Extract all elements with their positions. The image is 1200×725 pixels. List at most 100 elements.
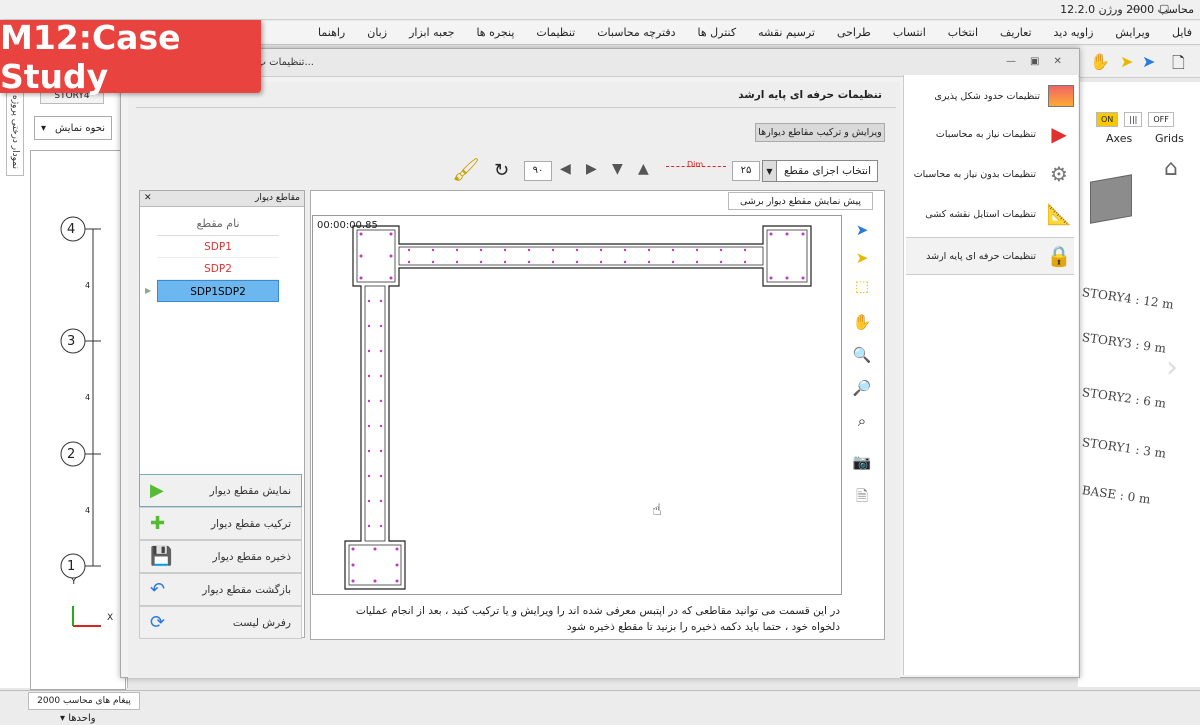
refresh-list-button[interactable]: رفرش لیست ⟳ <box>139 606 302 639</box>
panel-title: مقاطع دیوار <box>255 193 300 203</box>
table-row[interactable]: SDP1 <box>157 236 279 258</box>
section-drawing[interactable] <box>312 215 842 595</box>
menu-item[interactable]: پنجره ها <box>476 26 514 39</box>
menu-item[interactable]: جعبه ابزار <box>409 26 454 39</box>
view-cube[interactable] <box>1090 174 1132 224</box>
project-tree-tab[interactable]: نمودار درختی پروژه <box>6 88 24 176</box>
select-icon[interactable]: ➤ <box>850 218 874 242</box>
view-mode-select[interactable]: نحوه نمایش ▾ <box>34 116 112 140</box>
settings-sidebar: تنظیمات حدود شکل پذیری ▶ تنظیمات نیاز به… <box>903 75 1078 675</box>
help-description: در این قسمت می توانید مقاطعی که در اپتبس… <box>355 605 840 633</box>
brush-icon[interactable]: 🖌 <box>452 158 480 183</box>
rotate-icon[interactable]: ↻ <box>494 160 509 181</box>
combine-section-button[interactable]: ترکیب مقطع دیوار ✚ <box>139 507 302 540</box>
sidebar-item-label: تنظیمات نیاز به محاسبات <box>935 128 1036 140</box>
dwg-export-icon[interactable]: 🗎 <box>850 486 874 510</box>
new-file-icon[interactable]: 🗋 <box>1172 52 1185 79</box>
show-section-button[interactable]: نمایش مقطع دیوار ▶ <box>139 474 302 507</box>
menu-item[interactable]: تنظیمات <box>536 26 575 39</box>
sidebar-item-label: تنظیمات بدون نیاز به محاسبات <box>913 168 1036 180</box>
menu-item[interactable]: انتخاب <box>948 26 978 39</box>
view-mode-label: نحوه نمایش <box>55 122 105 134</box>
arrow-up-icon[interactable]: ▲ <box>638 161 649 177</box>
dim-input[interactable]: ۲۵ <box>732 161 760 181</box>
chevron-down-icon: ▼ <box>763 161 777 181</box>
axis-x-label: X <box>107 613 114 623</box>
arrow-left-icon[interactable]: ◀ <box>560 161 571 177</box>
row-indicator-icon: ▶ <box>145 286 152 295</box>
sidebar-item-ductility[interactable]: تنظیمات حدود شکل پذیری <box>906 77 1074 115</box>
units-dropdown[interactable]: واحدها ▾ <box>30 713 96 724</box>
pan-icon[interactable]: ✋ <box>850 310 874 334</box>
refresh-icon: ⟳ <box>150 612 166 633</box>
select-icon[interactable]: ➤ <box>1142 52 1155 71</box>
sidebar-item-no-calc[interactable]: ⚙ تنظیمات بدون نیاز به محاسبات <box>906 155 1074 193</box>
menu-item[interactable]: فایل <box>1172 26 1192 39</box>
menu-item[interactable]: ترسیم نقشه <box>758 26 815 39</box>
grids-off-toggle[interactable]: OFF <box>1148 112 1174 127</box>
messages-tab[interactable]: پیغام های محاسب 2000 <box>28 692 140 710</box>
undo-section-button[interactable]: بازگشت مقطع دیوار ↶ <box>139 573 302 606</box>
ruler-icon: 📐 <box>1046 202 1072 226</box>
menu-item[interactable]: طراحی <box>837 26 871 39</box>
pointer-icon[interactable]: ➤ <box>850 246 874 270</box>
table-row[interactable]: SDP2 <box>157 258 279 280</box>
sidebar-item-drawing-style[interactable]: 📐 تنظیمات استایل نقشه کشی <box>906 195 1074 233</box>
grid-dim: 4 <box>85 393 91 402</box>
chevron-down-icon: ▾ <box>60 713 66 724</box>
menu-item[interactable]: زبان <box>367 26 387 39</box>
hand-cursor-icon: ☝ <box>652 500 662 519</box>
hand-icon[interactable]: ✋ <box>1090 52 1110 71</box>
case-study-badge: M12:Case Study <box>0 18 261 96</box>
dialog-title: تنظیمات پ... <box>256 57 314 68</box>
close-icon[interactable]: ✕ <box>1053 56 1061 67</box>
menu-item[interactable]: دفترچه محاسبات <box>597 26 675 39</box>
sidebar-item-calc-required[interactable]: ▶ تنظیمات نیاز به محاسبات <box>906 115 1074 153</box>
button-label: نمایش مقطع دیوار <box>209 484 291 497</box>
camera-icon[interactable]: 📷 <box>850 450 874 474</box>
table-row-selected[interactable]: SDP1SDP2 <box>157 280 279 302</box>
column-header-name: نام مقطع <box>157 212 279 236</box>
plus-icon: ✚ <box>150 513 166 534</box>
menu-item[interactable]: زاویه دید <box>1054 26 1094 39</box>
menu-item[interactable]: ویرایش <box>1115 26 1150 39</box>
close-icon[interactable]: ✕ <box>144 191 152 206</box>
home-icon[interactable]: ⌂ <box>1164 156 1178 181</box>
grids-label: Grids <box>1155 132 1184 145</box>
maximize-icon[interactable]: ▢ <box>1159 2 1169 15</box>
toggle-divider: ||| <box>1124 112 1143 127</box>
arrow-right-icon[interactable]: ▶ <box>586 161 597 177</box>
grid-dim: 4 <box>85 506 91 515</box>
window-select-icon[interactable]: ⬚ <box>850 274 874 298</box>
minimize-icon[interactable]: — <box>1006 56 1016 67</box>
rebar-dots <box>351 232 805 583</box>
sidebar-item-advanced[interactable]: 🔒 تنظیمات حرفه ای پایه ارشد <box>906 237 1074 275</box>
axis-y-label: Y <box>71 577 77 587</box>
section-parts-select[interactable]: انتخاب اجزای مقطع ▼ <box>762 160 878 182</box>
rotate-input[interactable]: ۹۰ <box>524 161 552 181</box>
menu-item[interactable]: انتساب <box>893 26 926 39</box>
arrow-down-icon[interactable]: ▼ <box>612 161 623 177</box>
menu-item[interactable]: کنترل ها <box>698 26 737 39</box>
wall-sections-header: مقاطع دیوار ✕ <box>140 191 304 207</box>
minimize-icon[interactable]: — <box>1130 2 1141 15</box>
restore-icon[interactable]: ▣ <box>1030 56 1039 67</box>
zoom-icon[interactable]: 🔎 <box>850 376 874 400</box>
chevron-right-icon[interactable]: › <box>1166 350 1178 385</box>
chart-icon <box>1048 85 1074 107</box>
status-bar <box>0 690 1200 725</box>
tab-preview[interactable]: پیش نمایش مقطع دیوار برشی <box>728 192 873 210</box>
main-toolbar: ✋ ➤ ➤ 🗋 <box>1080 46 1200 78</box>
zoom-window-icon[interactable]: ⌕ <box>850 409 874 433</box>
menu-item[interactable]: تعاریف <box>1000 26 1031 39</box>
zoom-in-icon[interactable]: 🔍 <box>850 343 874 367</box>
axes-on-toggle[interactable]: ON <box>1096 112 1119 127</box>
plan-canvas[interactable]: 4 3 2 1 4 4 4 Y X <box>30 150 126 690</box>
save-section-button[interactable]: ذخیره مقطع دیوار 💾 <box>139 540 302 573</box>
play-icon: ▶ <box>150 480 164 501</box>
section-parts-label: انتخاب اجزای مقطع <box>783 165 871 177</box>
pointer-icon[interactable]: ➤ <box>1120 52 1133 71</box>
menu-item[interactable]: راهنما <box>318 26 345 39</box>
window-controls: — ▢ <box>1130 2 1169 15</box>
tab-edit-wall-sections[interactable]: ویرایش و ترکیب مقاطع دیوارها <box>755 123 885 142</box>
